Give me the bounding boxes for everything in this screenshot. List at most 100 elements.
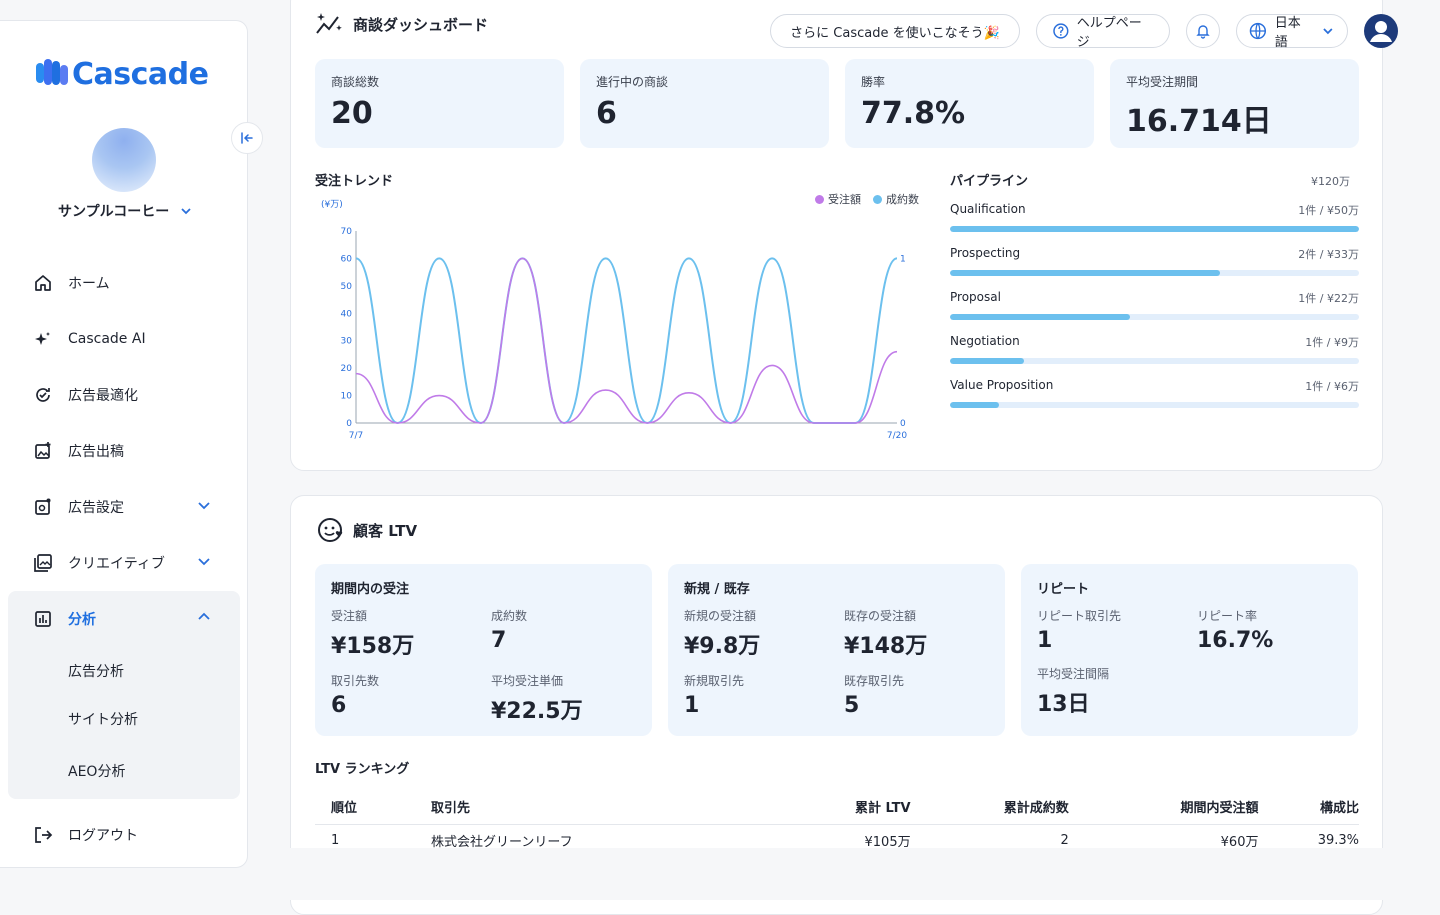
- logout-area: ログアウト: [8, 807, 240, 863]
- x-tick-label: 7/20: [887, 431, 907, 441]
- series-line-contracts: [355, 257, 898, 425]
- language-select[interactable]: 日本語: [1236, 14, 1348, 50]
- pipeline-amount: 1件 / ¥50万: [1298, 204, 1359, 217]
- collapse-sidebar-button[interactable]: [231, 122, 263, 154]
- chart-box-icon: [33, 609, 53, 629]
- metric-label: 新規の受注額: [684, 609, 757, 623]
- nav-label: Cascade AI: [68, 331, 146, 347]
- deal-dashboard-title: 商談ダッシュボード: [315, 11, 488, 37]
- nav-item-ad-placement[interactable]: 広告出稿: [8, 423, 240, 479]
- pipeline-row[interactable]: Proposal 1件 / ¥22万: [950, 290, 1359, 334]
- nav-label: ホーム: [68, 276, 110, 292]
- kpi-value: 16.714日: [1126, 104, 1272, 139]
- logout-icon: [33, 825, 53, 845]
- user-icon: [1365, 15, 1397, 47]
- pipeline-bar: [950, 358, 1359, 364]
- chevron-up-icon: [198, 612, 210, 620]
- pipeline-stage: Value Proposition: [950, 378, 1054, 392]
- y-tick-label: 10: [341, 392, 353, 402]
- page-bottom: [248, 848, 1440, 900]
- y-tick-label: 70: [341, 227, 353, 237]
- sidebar: Cascade サンプルコーヒー ホーム Cascade AI 広告最適化 広告…: [0, 20, 263, 868]
- nav-item-home[interactable]: ホーム: [8, 255, 240, 311]
- nav-sub-item-ad-analysis[interactable]: 広告分析: [8, 647, 240, 695]
- y-tick-label: 50: [341, 282, 353, 292]
- gallery-icon: [33, 553, 53, 573]
- metric-value: 13日: [1037, 692, 1090, 717]
- kpi-value: 20: [331, 96, 373, 131]
- kpi-value: 6: [596, 96, 617, 131]
- pipeline-row[interactable]: Prospecting 2件 / ¥33万: [950, 246, 1359, 290]
- chevron-down-icon: [1323, 28, 1333, 35]
- nav-sub-item-aeo-analysis[interactable]: AEO分析: [8, 743, 240, 799]
- metric-label: 既存の受注額: [844, 609, 917, 623]
- refresh-check-icon: [33, 385, 53, 405]
- metric-label: 平均受注単価: [491, 674, 564, 688]
- pipeline-bar-fill: [950, 226, 1359, 232]
- pipeline-bar-fill: [950, 358, 1024, 364]
- deal-dashboard-card: 商談ダッシュボード 商談総数 20 進行中の商談 6 勝率 77.8% 平均受注期間 1…: [290, 0, 1383, 471]
- ltv-box-new-existing: 新規 / 既存 新規の受注額 ¥9.8万 既存の受注額 ¥148万 新規取引先 1 既…: [668, 564, 1005, 736]
- column-header[interactable]: 構成比: [1258, 790, 1359, 825]
- pipeline-bar: [950, 314, 1359, 320]
- nav-item-ad-optimization[interactable]: 広告最適化: [8, 367, 240, 423]
- column-header[interactable]: 期間内受注額: [1068, 790, 1259, 825]
- main-nav: ホーム Cascade AI 広告最適化 広告出稿 広告設定 クリエイティブ 分…: [8, 255, 240, 799]
- sparkle-icon: [33, 329, 53, 349]
- sparkle-chart-icon: [316, 13, 342, 34]
- metric-label: 取引先数: [331, 674, 380, 688]
- image-plus-icon: [33, 441, 53, 461]
- bell-icon: [1196, 25, 1210, 39]
- nav-item-ad-settings[interactable]: 広告設定: [8, 479, 240, 535]
- ltv-ranking-table: 順位 取引先 累計 LTV 累計成約数 期間内受注額 構成比 1 株式会社グリー…: [315, 790, 1359, 856]
- nav-label: ログアウト: [68, 828, 138, 844]
- column-header[interactable]: 順位: [315, 790, 431, 825]
- pipeline-title: パイプライン: [950, 174, 1029, 189]
- column-header[interactable]: 取引先: [431, 790, 776, 825]
- nav-item-logout[interactable]: ログアウト: [8, 807, 240, 863]
- home-icon: [33, 273, 53, 293]
- pipeline-stage: Qualification: [950, 202, 1026, 216]
- kpi-card: 勝率 77.8%: [845, 59, 1094, 148]
- nav-item-cascade-ai[interactable]: Cascade AI: [8, 311, 240, 367]
- collapse-left-icon: [241, 132, 253, 144]
- nav-item-creative[interactable]: クリエイティブ: [8, 535, 240, 591]
- nav-group-analysis: 分析 広告分析 サイト分析 AEO分析: [8, 591, 240, 799]
- metric-label: 成約数: [491, 609, 528, 623]
- y2-tick-label: 0: [900, 419, 906, 429]
- kpi-label: 商談総数: [331, 75, 380, 89]
- kpi-value: 77.8%: [861, 96, 966, 131]
- x-tick-label: 7/7: [349, 431, 363, 441]
- help-label: ヘルプページ: [1076, 16, 1142, 50]
- metric-value: 1: [684, 693, 700, 718]
- ltv-title-text: 顧客 LTV: [353, 521, 418, 540]
- nav-sub-item-site-analysis[interactable]: サイト分析: [8, 695, 240, 743]
- top-bar: さらに Cascade を使いこなそう🎉 ヘルプページ 日本語: [770, 14, 1398, 50]
- column-header[interactable]: 累計 LTV: [775, 790, 911, 825]
- pipeline-stage: Proposal: [950, 290, 1001, 304]
- org-switcher[interactable]: サンプルコーヒー: [58, 201, 193, 221]
- y-tick-label: 40: [341, 309, 353, 319]
- help-button[interactable]: ヘルプページ: [1036, 14, 1170, 50]
- column-header[interactable]: 累計成約数: [910, 790, 1069, 825]
- ltv-title: 顧客 LTV: [317, 516, 417, 544]
- promo-button[interactable]: さらに Cascade を使いこなそう🎉: [770, 14, 1020, 48]
- image-gear-icon: [33, 497, 53, 517]
- brand-logo[interactable]: Cascade: [36, 57, 209, 92]
- pipeline-stage: Negotiation: [950, 334, 1020, 348]
- pipeline-row[interactable]: Negotiation 1件 / ¥9万: [950, 334, 1359, 378]
- pipeline-stage: Prospecting: [950, 246, 1021, 260]
- nav-item-analysis[interactable]: 分析: [8, 591, 240, 647]
- globe-icon: [1249, 22, 1267, 40]
- pipeline-bar: [950, 226, 1359, 232]
- metric-label: リピート率: [1197, 609, 1258, 623]
- trend-title: 受注トレンド: [315, 174, 394, 189]
- pipeline-row[interactable]: Value Proposition 1件 / ¥6万: [950, 378, 1359, 422]
- metric-label: 新規取引先: [684, 674, 745, 688]
- notifications-button[interactable]: [1186, 14, 1220, 48]
- ltv-ranking-title: LTV ランキング: [315, 762, 410, 777]
- language-label: 日本語: [1274, 16, 1301, 50]
- pipeline-row[interactable]: Qualification 1件 / ¥50万: [950, 202, 1359, 246]
- user-avatar[interactable]: [1364, 14, 1398, 48]
- metric-value: ¥9.8万: [684, 634, 761, 659]
